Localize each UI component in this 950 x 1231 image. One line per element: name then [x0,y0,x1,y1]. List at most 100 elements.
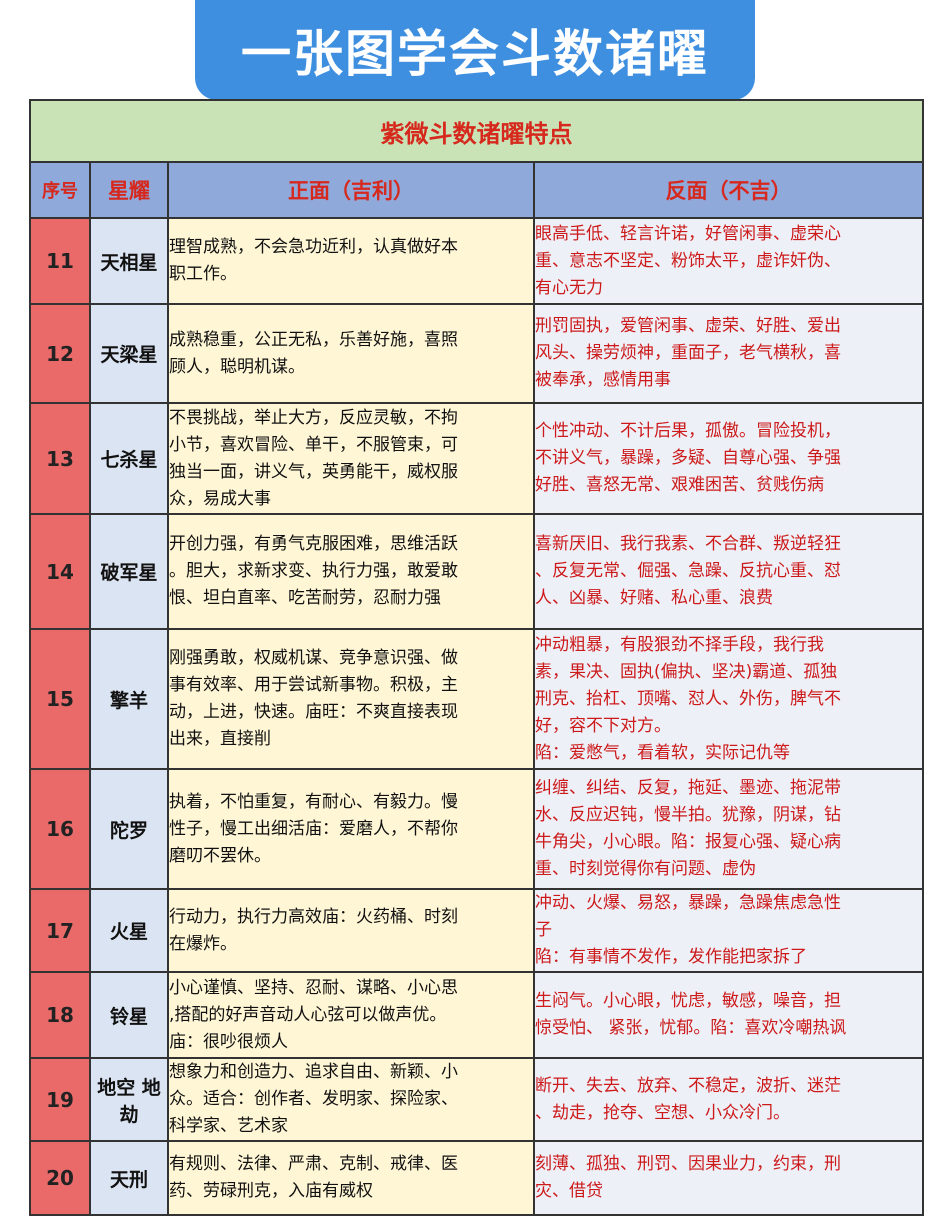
negative-traits: 刻薄、孤独、刑罚、因果业力，约束，刑 灾、借贷 [533,1140,924,1216]
negative-line: 素，果决、固执(偏执、坚决)霸道、孤独 [535,661,838,682]
positive-traits: 成熟稳重，公正无私，乐善好施，喜照 顾人，聪明机谋。 [167,303,535,404]
negative-line: 陷：有事情不发作，发作能把家拆了 [535,947,807,967]
positive-line: 开创力强，有勇气克服困难，思维活跃 [169,534,458,554]
positive-line: 行动力，执行力高效庙：火药桶、时刻 [169,906,458,927]
positive-line: 独当一面，讲义气，英勇能干，威权服 [169,461,458,482]
table-row: 20 天刑 有规则、法律、严肃、克制、戒律、医 药、劳碌刑克，入庙有威权 刻薄、孤独、刑… [29,1140,924,1216]
row-number: 19 [29,1057,91,1142]
positive-line: 想象力和创造力、追求自由、新颖、小 [169,1062,458,1082]
header-negative: 反面（不吉） [533,161,924,219]
negative-line: 重、意志不坚定、粉饰太平，虚诈奸伪、 [535,250,841,271]
row-number: 11 [29,217,91,305]
negative-line: 生闷气。小心眼，忧虑，敏感，噪音，担 [535,991,841,1011]
negative-line: 刑克、抬杠、顶嘴、怼人、外伤，脾气不 [535,688,841,709]
negative-line: 被奉承，感情用事 [535,370,671,390]
negative-traits: 冲动、火爆、易怒，暴躁，急躁焦虑急性子陷：有事情不发作，发作能把家拆了 [533,888,924,973]
row-number: 20 [29,1140,91,1216]
positive-line: 不畏挑战，举止大方，反应灵敏，不拘 [169,407,458,428]
row-number: 15 [29,628,91,770]
positive-line: 庙：很吵很烦人 [169,1031,288,1052]
negative-line: 不讲义气，暴躁，多疑、自尊心强、争强 [535,448,841,468]
negative-line: 风头、操劳烦神，重面子，老气横秋，喜 [535,343,841,363]
row-number: 16 [29,768,91,890]
title-banner: 一张图学会斗数诸曜 [195,0,755,100]
negative-traits: 喜新厌旧、我行我素、不合群、叛逆轻狂 、反复无常、倔强、急躁、反抗心重、怼 人、凶暴… [533,513,924,630]
table-row: 11 天相星 理智成熟，不会急功近利，认真做好本 职工作。 眼高手低、轻言许诺，好管闲事… [29,217,924,305]
positive-line: 性子，慢工出细活庙：爱磨人，不帮你 [169,818,458,839]
row-number: 18 [29,971,91,1059]
star-name: 火星 [89,888,169,973]
positive-traits: 行动力，执行力高效庙：火药桶、时刻 在爆炸。 [167,888,535,973]
positive-traits: 执着，不怕重复，有耐心、有毅力。慢 性子，慢工出细活庙：爱磨人，不帮你 磨叨不罢休。 [167,768,535,890]
header-star: 星耀 [89,161,169,219]
table-row: 17 火星 行动力，执行力高效庙：火药桶、时刻 在爆炸。 冲动、火爆、易怒，暴躁，急躁焦… [29,888,924,973]
positive-line: 科学家、艺术家 [169,1116,288,1136]
negative-line: 好，容不下对方。 [535,715,671,736]
negative-line: 断开、失去、放弃、不稳定，波折、迷茫 [535,1075,841,1096]
star-name: 破军星 [89,513,169,630]
stars-table: 紫微斗数诸曜特点 序号 星耀 正面（吉利） 反面（不吉） 11 天相星 理智成熟，不… [29,99,924,1216]
positive-line: 出来，直接削 [169,729,271,749]
positive-line: 顾人，聪明机谋。 [169,356,305,377]
positive-line: 动，上进，快速。庙旺：不爽直接表现 [169,702,458,722]
positive-line: 成熟稳重，公正无私，乐善好施，喜照 [169,329,458,350]
negative-line: 人、凶暴、好赌、私心重、浪费 [535,588,773,608]
positive-line: 小节，喜欢冒险、单干，不服管束，可 [169,434,458,455]
page-title: 一张图学会斗数诸曜 [241,25,709,83]
negative-traits: 刑罚固执，爱管闲事、虚荣、好胜、爱出 风头、操劳烦神，重面子，老气横秋，喜 被奉承，… [533,303,924,404]
negative-line: 纠缠、纠结、反复，拖延、墨迹、拖泥带 [535,778,841,798]
negative-traits: 个性冲动、不计后果，孤傲。冒险投机， 不讲义气，暴躁，多疑、自尊心强、争强 好胜、喜… [533,402,924,515]
positive-line: 执着，不怕重复，有耐心、有毅力。慢 [169,791,458,812]
star-name: 天梁星 [89,303,169,404]
table-row: 14 破军星 开创力强，有勇气克服困难，思维活跃 。胆大，求新求变、执行力强，敢爱敢恨… [29,513,924,630]
positive-line: 刚强勇敢，权威机谋、竞争意识强、做 [169,648,458,668]
positive-traits: 不畏挑战，举止大方，反应灵敏，不拘 小节，喜欢冒险、单干，不服管束，可 独当一面，讲… [167,402,535,515]
positive-line: 在爆炸。 [169,933,237,954]
star-name: 七杀星 [89,402,169,515]
table-row: 12 天梁星 成熟稳重，公正无私，乐善好施，喜照 顾人，聪明机谋。 刑罚固执，爱管闲事、… [29,303,924,404]
row-number: 13 [29,402,91,515]
negative-line: 子 [535,920,552,940]
table-caption: 紫微斗数诸曜特点 [29,99,924,163]
negative-line: 水、反应迟钝，慢半拍。犹豫，阴谋，钻 [535,805,841,825]
negative-line: 冲动、火爆、易怒，暴躁，急躁焦虑急性 [535,893,841,913]
positive-line: 事有效率、用于尝试新事物。积极，主 [169,675,458,695]
positive-traits: 开创力强，有勇气克服困难，思维活跃 。胆大，求新求变、执行力强，敢爱敢 恨、坦白直率… [167,513,535,630]
table-row: 18 铃星 小心谨慎、坚持、忍耐、谋略、小心思 ,搭配的好声音动人心弦可以做声优。 庙：… [29,971,924,1059]
positive-line: 小心谨慎、坚持、忍耐、谋略、小心思 [169,977,458,998]
negative-line: 刻薄、孤独、刑罚、因果业力，约束，刑 [535,1154,841,1174]
row-number: 12 [29,303,91,404]
negative-line: 眼高手低、轻言许诺，好管闲事、虚荣心 [535,223,841,244]
negative-traits: 纠缠、纠结、反复，拖延、墨迹、拖泥带 水、反应迟钝，慢半拍。犹豫，阴谋，钻 牛角尖，… [533,768,924,890]
positive-line: 。胆大，求新求变、执行力强，敢爱敢 [169,561,458,581]
table-header-row: 序号 星耀 正面（吉利） 反面（不吉） [29,161,924,219]
table-row: 13 七杀星 不畏挑战，举止大方，反应灵敏，不拘 小节，喜欢冒险、单干，不服管束，可独… [29,402,924,515]
positive-line: 众。适合：创作者、发明家、探险家、 [169,1089,458,1109]
negative-line: 、劫走，抢夺、空想、小众冷门。 [535,1102,790,1123]
positive-line: 磨叨不罢休。 [169,845,271,866]
negative-line: 好胜、喜怒无常、艰难困苦、贫贱伤病 [535,475,824,495]
header-seq: 序号 [29,161,91,219]
positive-line: 众，易成大事 [169,488,271,509]
star-name: 擎羊 [89,628,169,770]
negative-line: 牛角尖，小心眼。陷：报复心强、疑心病 [535,832,841,852]
header-positive: 正面（吉利） [167,161,535,219]
negative-line: 有心无力 [535,277,603,298]
positive-traits: 理智成熟，不会急功近利，认真做好本 职工作。 [167,217,535,305]
star-name: 天相星 [89,217,169,305]
star-name: 陀罗 [89,768,169,890]
positive-line: 有规则、法律、严肃、克制、戒律、医 [169,1154,458,1174]
table-row: 15 擎羊 刚强勇敢，权威机谋、竞争意识强、做 事有效率、用于尝试新事物。积极，主 动，… [29,628,924,770]
negative-line: 、反复无常、倔强、急躁、反抗心重、怼 [535,561,841,581]
negative-line: 惊受怕、 紧张，忧郁。陷：喜欢冷嘲热讽 [535,1018,847,1038]
row-number: 17 [29,888,91,973]
negative-line: 个性冲动、不计后果，孤傲。冒险投机， [535,421,841,441]
negative-line: 陷：爱憋气，看着软，实际记仇等 [535,742,790,763]
positive-line: 药、劳碌刑克，入庙有威权 [169,1181,373,1201]
positive-traits: 想象力和创造力、追求自由、新颖、小 众。适合：创作者、发明家、探险家、 科学家、艺术… [167,1057,535,1142]
negative-traits: 冲动粗暴，有股狠劲不择手段，我行我 素，果决、固执(偏执、坚决)霸道、孤独 刑克、抬… [533,628,924,770]
positive-traits: 有规则、法律、严肃、克制、戒律、医 药、劳碌刑克，入庙有威权 [167,1140,535,1216]
star-name: 地空 地劫 [89,1057,169,1142]
negative-traits: 断开、失去、放弃、不稳定，波折、迷茫 、劫走，抢夺、空想、小众冷门。 [533,1057,924,1142]
negative-line: 灾、借贷 [535,1181,603,1201]
